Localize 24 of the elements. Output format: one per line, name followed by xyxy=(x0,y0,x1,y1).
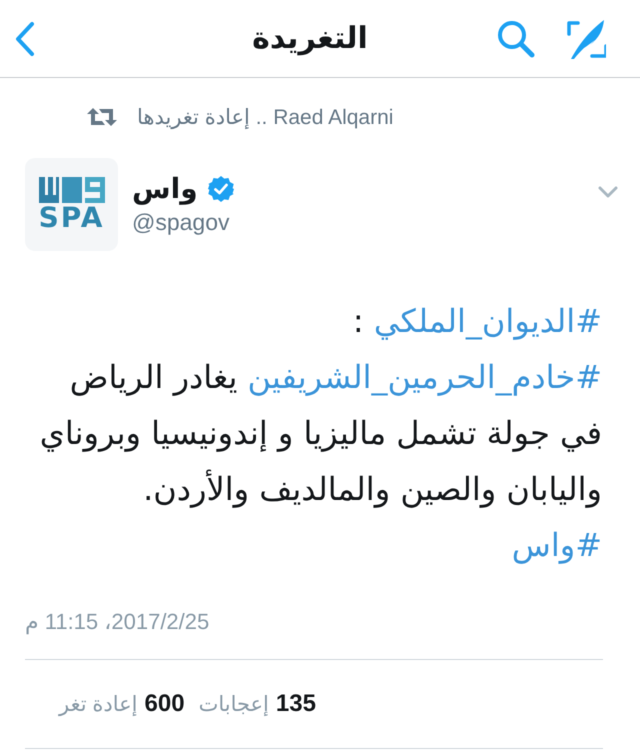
hashtag-link[interactable]: #واس xyxy=(512,526,602,564)
hashtag-link[interactable]: #الديوان_الملكي xyxy=(374,302,602,340)
tweet-text: #الديوان_الملكي : #خادم_الحرمين_الشريفين يغادر الرياض في جولة تشمل ماليزيا و إندونيسيا وبروناي واليابان والصين والمالديف والأردن. #واس xyxy=(38,301,602,566)
compose-button[interactable] xyxy=(566,18,606,60)
retweet-context-text: Raed Alqarni .. إعادة تغريدها xyxy=(137,104,394,130)
stat-count[interactable]: 135 xyxy=(276,690,316,718)
avatar-tile[interactable]: SPA xyxy=(25,158,118,250)
page-title: التغريدة xyxy=(252,21,368,56)
search-button[interactable] xyxy=(496,18,536,58)
stat-count[interactable]: 600 xyxy=(144,690,185,718)
chevron-down-icon[interactable] xyxy=(598,186,618,198)
author-name[interactable]: واس xyxy=(132,171,198,207)
stat-label[interactable]: إعادة تغر xyxy=(59,692,138,717)
avatar-logo-text: SPA xyxy=(38,205,104,231)
tweet-timestamp: 2017/2/25، 11:15 م xyxy=(25,609,210,635)
chevron-left-icon xyxy=(14,20,36,56)
retweet-icon xyxy=(87,107,117,127)
feather-compose-icon xyxy=(566,18,606,60)
author-handle: @spagov xyxy=(132,208,230,237)
search-icon xyxy=(496,18,536,58)
stat-label[interactable]: إعجابات xyxy=(198,692,269,717)
block-emblem-icon xyxy=(38,177,104,203)
back-button[interactable] xyxy=(14,20,36,56)
hashtag-link[interactable]: #خادم_الحرمين_الشريفين xyxy=(248,358,602,396)
